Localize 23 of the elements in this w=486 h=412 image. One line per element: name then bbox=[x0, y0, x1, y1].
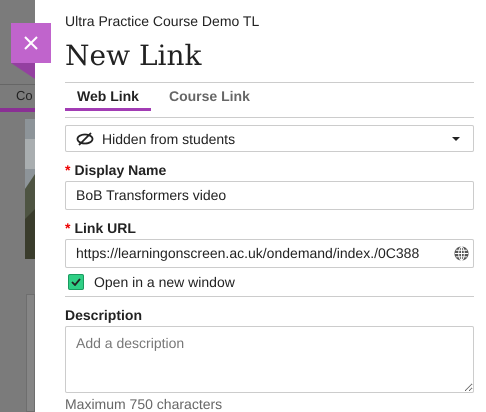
close-icon bbox=[24, 36, 38, 50]
tab[interactable]: Course Link bbox=[156, 88, 262, 112]
required-mark: * bbox=[65, 220, 70, 236]
panel-title: New Link bbox=[65, 38, 203, 74]
checkbox[interactable] bbox=[68, 274, 84, 290]
hidden-eye-icon bbox=[76, 132, 94, 146]
field-label: Link URL bbox=[74, 220, 136, 236]
checkbox-label: Open in a new window bbox=[94, 274, 235, 290]
visibility-value: Hidden from students bbox=[102, 130, 236, 147]
field-label: Description bbox=[65, 306, 144, 323]
caret-icon bbox=[451, 136, 461, 142]
field-hint: Maximum 750 characters bbox=[65, 396, 224, 412]
description-field[interactable]: Add a description bbox=[65, 326, 474, 394]
field-label: Display Name bbox=[74, 162, 166, 178]
url-field[interactable]: https://learningonscreen.ac.uk/ondemand/index./0C388 bbox=[65, 238, 474, 268]
checkmark-icon bbox=[71, 278, 81, 286]
globe-icon bbox=[454, 246, 469, 261]
course-name: Ultra Practice Course Demo TL bbox=[65, 13, 260, 31]
visibility-dropdown[interactable]: Hidden from students bbox=[65, 125, 474, 152]
close-button[interactable] bbox=[11, 23, 51, 63]
required-mark: * bbox=[65, 162, 70, 178]
tab[interactable]: Web Link bbox=[65, 88, 151, 112]
input-field[interactable]: BoB Transformers video bbox=[65, 181, 474, 210]
